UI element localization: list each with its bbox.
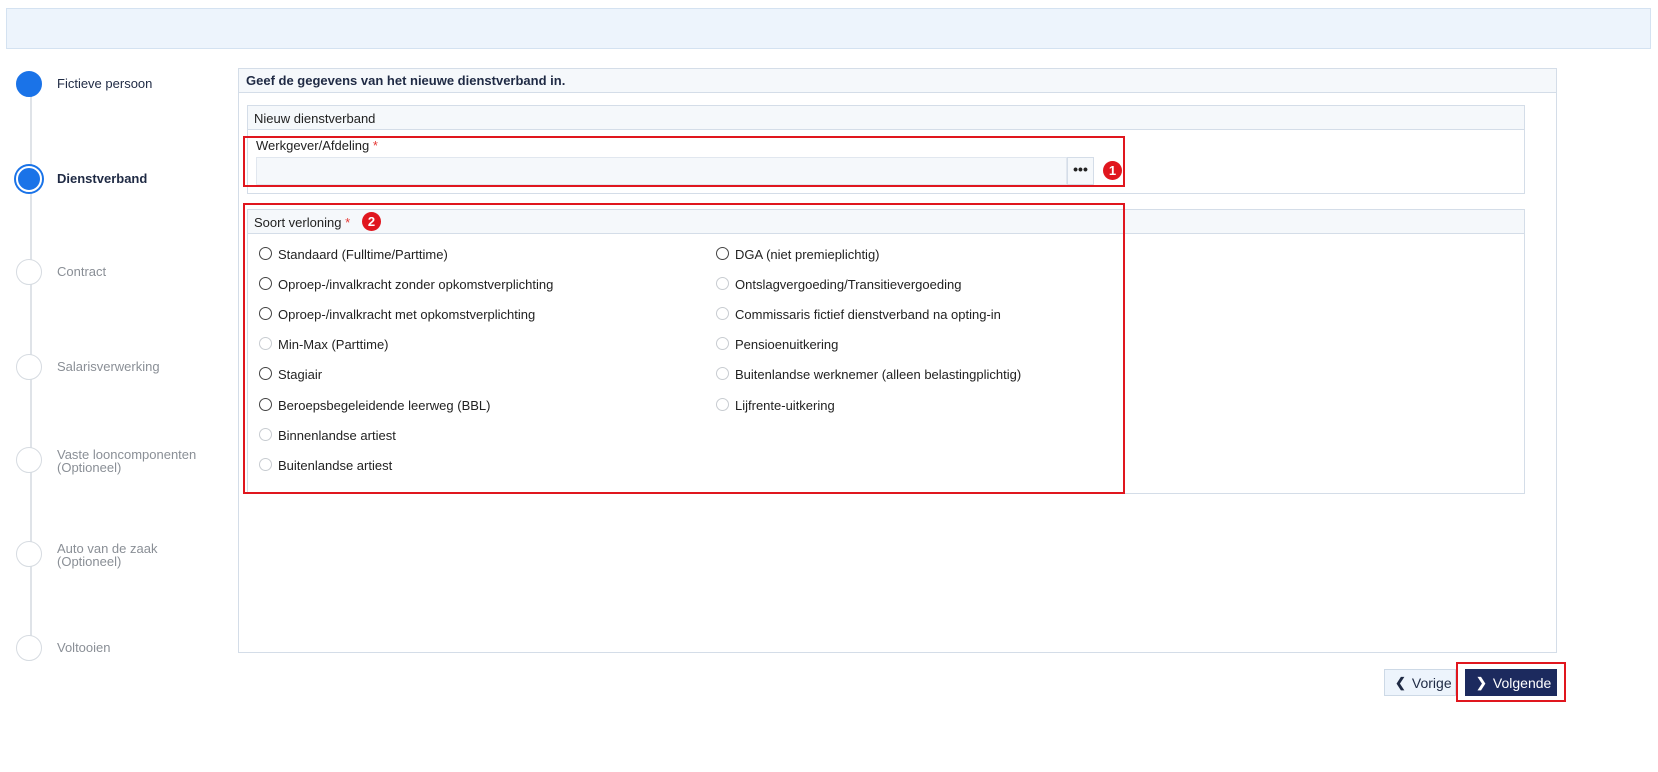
next-button-label: Volgende (1492, 674, 1552, 691)
step-auto-van-de-zaak[interactable]: Auto van de zaak (Optioneel) (0, 541, 240, 581)
lookup-button[interactable]: ••• (1067, 157, 1094, 185)
radio-label: Oproep-/invalkracht met opkomstverplicht… (278, 307, 536, 322)
section-title-text: Soort verloning (254, 215, 342, 230)
annotation-badge-1: 1 (1103, 161, 1122, 180)
radio-button (716, 337, 729, 350)
werkgever-afdeling-input[interactable] (256, 157, 1067, 185)
radio-label: Pensioenuitkering (735, 337, 839, 352)
step-sublabel: (Optioneel) (57, 554, 122, 569)
radio-label: Binnenlandse artiest (278, 428, 396, 443)
radio-button[interactable] (259, 307, 272, 320)
step-dot (16, 635, 42, 661)
step-label: Voltooien (57, 640, 111, 655)
werkgever-afdeling-label: Werkgever/Afdeling * (256, 138, 378, 153)
step-label: Dienstverband (57, 171, 148, 186)
step-dot-current (16, 166, 42, 192)
step-vaste-looncomponenten[interactable]: Vaste looncomponenten (Optioneel) (0, 447, 240, 487)
radio-label: Beroepsbegeleidende leerweg (BBL) (278, 398, 491, 413)
step-voltooien[interactable]: Voltooien (0, 635, 240, 665)
wizard-stepper: Fictieve persoon Dienstverband Contract … (0, 0, 240, 720)
radio-button (259, 428, 272, 441)
radio-button[interactable] (716, 247, 729, 260)
radio-button[interactable] (259, 367, 272, 380)
step-label: Fictieve persoon (57, 76, 153, 91)
step-label: Contract (57, 264, 107, 279)
radio-label: DGA (niet premieplichtig) (735, 247, 880, 262)
radio-button (259, 458, 272, 471)
step-dot-done (16, 71, 42, 97)
step-dot (16, 447, 42, 473)
annotation-badge-2: 2 (362, 212, 381, 231)
step-label: Salarisverwerking (57, 359, 160, 374)
step-dot (16, 259, 42, 285)
radio-label: Min-Max (Parttime) (278, 337, 389, 352)
radio-label: Buitenlandse werknemer (alleen belasting… (735, 367, 1022, 382)
step-contract[interactable]: Contract (0, 259, 240, 289)
section-title: Nieuw dienstverband (248, 106, 1524, 130)
step-dienstverband[interactable]: Dienstverband (0, 166, 240, 196)
radio-label: Lijfrente-uitkering (735, 398, 835, 413)
step-fictieve-persoon[interactable]: Fictieve persoon (0, 71, 240, 101)
radio-label: Buitenlandse artiest (278, 458, 393, 473)
radio-label: Ontslagvergoeding/Transitievergoeding (735, 277, 962, 292)
radio-button[interactable] (259, 247, 272, 260)
section-nieuw-dienstverband: Nieuw dienstverband Werkgever/Afdeling *… (247, 105, 1525, 194)
top-banner (6, 8, 1651, 49)
required-mark: * (372, 138, 378, 153)
radio-label: Standaard (Fulltime/Parttime) (278, 247, 448, 262)
radio-label: Oproep-/invalkracht zonder opkomstverpli… (278, 277, 554, 292)
step-dot (16, 354, 42, 380)
radio-button (716, 307, 729, 320)
step-dot (16, 541, 42, 567)
radio-button (259, 337, 272, 350)
section-title: Soort verloning * (248, 210, 1524, 234)
radio-label: Commissaris fictief dienstverband na opt… (735, 307, 1001, 322)
previous-button[interactable]: ❮ Vorige (1384, 669, 1456, 696)
form-panel: Geef de gegevens van het nieuwe dienstve… (238, 68, 1557, 653)
radio-label: Stagiair (278, 367, 323, 382)
radio-button (716, 398, 729, 411)
previous-button-label: Vorige (1411, 674, 1452, 691)
radio-button (716, 367, 729, 380)
next-button[interactable]: ❯ Volgende (1465, 669, 1557, 696)
field-label-text: Werkgever/Afdeling (256, 138, 370, 153)
step-sublabel: (Optioneel) (57, 460, 122, 475)
chevron-left-icon: ❮ (1395, 674, 1406, 690)
required-mark: * (345, 215, 351, 230)
radio-button[interactable] (259, 398, 272, 411)
panel-title: Geef de gegevens van het nieuwe dienstve… (239, 69, 1556, 93)
radio-button (716, 277, 729, 290)
radio-button[interactable] (259, 277, 272, 290)
step-salarisverwerking[interactable]: Salarisverwerking (0, 354, 240, 384)
chevron-right-icon: ❯ (1476, 674, 1487, 690)
section-soort-verloning: Soort verloning * Standaard (Fulltime/Pa… (247, 209, 1525, 494)
